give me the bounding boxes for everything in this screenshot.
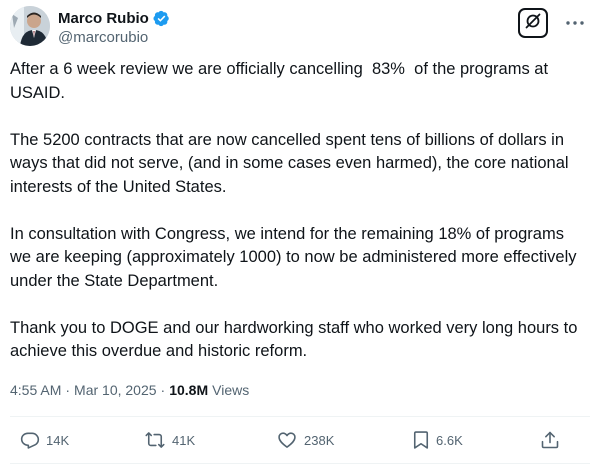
meta-separator: ·: [65, 382, 71, 398]
post-paragraph: The 5200 contracts that are now cancelle…: [10, 130, 574, 196]
share-icon: [540, 430, 560, 450]
views-count: 10.8M: [169, 382, 209, 398]
post-paragraph: Thank you to DOGE and our hardworking st…: [10, 318, 582, 361]
repost-button[interactable]: 41K: [144, 428, 195, 452]
reply-icon: [20, 430, 40, 450]
avatar[interactable]: [10, 6, 50, 46]
bookmark-count: 6.6K: [436, 432, 463, 448]
post-text: After a 6 week review we are officially …: [10, 58, 582, 364]
meta-separator: ·: [160, 382, 166, 398]
verified-badge-icon: [153, 10, 170, 27]
repost-icon: [144, 430, 166, 450]
divider: [10, 416, 590, 417]
views-label: Views: [212, 382, 250, 398]
post-header: Marco Rubio @marcorubio: [10, 6, 590, 50]
post-paragraph: In consultation with Congress, we intend…: [10, 224, 582, 290]
post-meta: 4:55 AM · Mar 10, 2025 · 10.8M Views: [10, 382, 249, 398]
display-name[interactable]: Marco Rubio: [58, 10, 149, 27]
post-date[interactable]: Mar 10, 2025: [74, 382, 157, 398]
bookmark-icon: [412, 430, 430, 450]
reply-count: 14K: [46, 432, 70, 448]
post-paragraph: After a 6 week review we are officially …: [10, 60, 553, 102]
more-icon: [565, 13, 585, 31]
author-names: Marco Rubio @marcorubio: [58, 8, 170, 46]
like-button[interactable]: 238K: [276, 428, 334, 452]
reply-button[interactable]: 14K: [20, 428, 69, 452]
divider: [10, 463, 590, 464]
more-button[interactable]: [562, 10, 588, 34]
share-button[interactable]: [540, 428, 560, 452]
grok-button[interactable]: [518, 8, 548, 38]
grok-icon: [524, 12, 542, 35]
post: Marco Rubio @marcorubio After a 6 week r…: [0, 0, 600, 476]
heart-icon: [276, 430, 298, 450]
like-count: 238K: [304, 432, 335, 448]
action-bar: 14K 41K 238K 6.6K: [10, 428, 590, 452]
post-time[interactable]: 4:55 AM: [10, 382, 61, 398]
handle[interactable]: @marcorubio: [58, 29, 170, 46]
bookmark-button[interactable]: 6.6K: [412, 428, 463, 452]
repost-count: 41K: [172, 432, 196, 448]
